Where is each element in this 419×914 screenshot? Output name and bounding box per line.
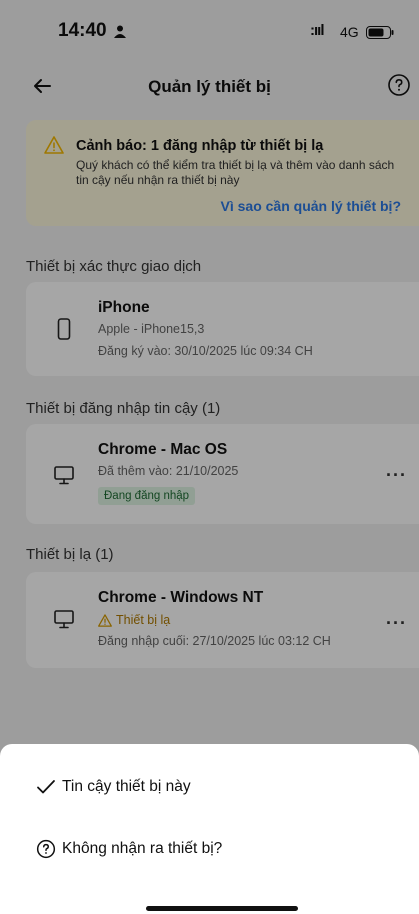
unknown-device-label: Không nhận ra thiết bị? <box>62 840 223 857</box>
check-icon <box>37 780 55 794</box>
trust-device-option[interactable]: Tin cậy thiết bị này <box>36 772 191 802</box>
unknown-device-option[interactable]: Không nhận ra thiết bị? <box>36 834 222 864</box>
question-circle-icon <box>36 839 56 859</box>
home-indicator <box>146 906 298 911</box>
trust-device-label: Tin cậy thiết bị này <box>62 778 191 795</box>
bottom-sheet: Tin cậy thiết bị này Không nhận ra thiết… <box>0 744 419 914</box>
